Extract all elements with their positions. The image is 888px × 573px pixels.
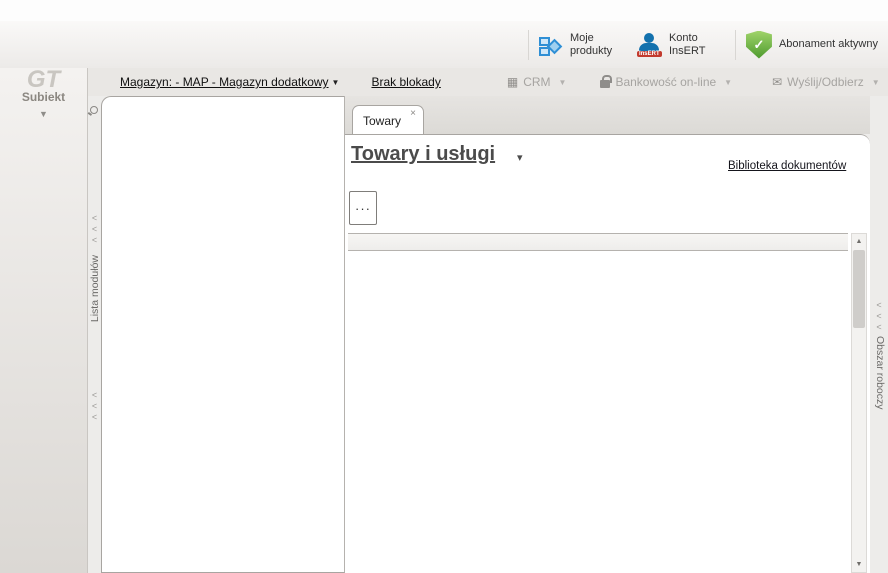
collapse-chevrons: <<< — [870, 300, 888, 333]
modules-collapse-strip[interactable]: <<< Lista modułów <<< — [88, 96, 101, 573]
insert-account-label: Konto InsERT — [669, 32, 725, 57]
my-products-icon — [539, 33, 563, 57]
more-modules-icon[interactable]: ▼ — [39, 109, 48, 119]
shield-check-icon: ✓ — [746, 31, 772, 59]
workspace-strip-label: Obszar roboczy — [874, 336, 886, 410]
send-receive-label: Wyślij/Odbierz — [787, 75, 864, 89]
toolbar-separator — [735, 30, 736, 60]
app-name: Subiekt — [22, 90, 65, 104]
chevron-down-icon: ▼ — [332, 78, 340, 87]
collapse-chevrons: <<< — [88, 213, 101, 246]
navigation-tree — [101, 96, 345, 573]
subscription-label: Abonament aktywny — [779, 38, 878, 51]
more-filters-button[interactable]: ··· — [349, 191, 377, 225]
toolbar-separator — [528, 30, 529, 60]
insert-account-button[interactable]: InsERT Konto InsERT — [636, 32, 725, 58]
modules-sidebar: GT Subiekt ▼ — [0, 68, 88, 573]
table-header — [348, 233, 848, 251]
scroll-up-icon[interactable]: ▲ — [856, 234, 863, 249]
chevron-down-icon: ▼ — [872, 78, 880, 87]
crm-dropdown[interactable]: ▦ CRM ▼ — [507, 75, 567, 89]
send-receive-icon: ✉ — [772, 75, 782, 89]
document-library-link[interactable]: Biblioteka dokumentów — [728, 159, 846, 173]
my-products-button[interactable]: Moje produkty — [539, 32, 626, 57]
main-panel: Towary i usługi ▾ Biblioteka dokumentów … — [345, 134, 870, 573]
collapse-chevrons: <<< — [88, 390, 101, 423]
chevron-down-icon: ▼ — [559, 78, 567, 87]
search-icon[interactable] — [90, 106, 98, 114]
tab-close-icon[interactable]: × — [410, 108, 416, 119]
insert-account-icon: InsERT — [636, 32, 662, 58]
padlock-icon — [600, 80, 610, 88]
context-bar: Magazyn: - MAP - Magazyn dodatkowy ▼ Bra… — [0, 68, 888, 96]
scroll-down-icon[interactable]: ▼ — [856, 557, 863, 572]
chevron-down-icon: ▼ — [724, 78, 732, 87]
warehouse-selector[interactable]: Magazyn: - MAP - Magazyn dodatkowy — [120, 75, 329, 89]
modules-strip-label: Lista modułów — [89, 255, 101, 322]
online-banking-label: Bankowość on-line — [615, 75, 716, 89]
insert-badge: InsERT — [637, 51, 662, 57]
page-title[interactable]: Towary i usługi — [351, 143, 495, 166]
lock-status-link[interactable]: Brak blokady — [371, 75, 440, 89]
my-products-label: Moje produkty — [570, 32, 626, 57]
send-receive-dropdown[interactable]: ✉ Wyślij/Odbierz ▼ — [772, 75, 880, 89]
table-body — [348, 251, 848, 573]
crm-icon: ▦ — [507, 75, 518, 89]
subscription-status[interactable]: ✓ Abonament aktywny — [746, 31, 878, 59]
online-banking-dropdown[interactable]: Bankowość on-line ▼ — [600, 75, 732, 89]
document-library-wrap: Biblioteka dokumentów — [728, 159, 846, 173]
gt-logo: GT — [27, 70, 60, 90]
vertical-scrollbar[interactable]: ▲ ▼ — [851, 233, 867, 573]
workspace-collapse-strip[interactable]: <<< Obszar roboczy — [870, 96, 888, 573]
crm-label: CRM — [523, 75, 550, 89]
toolbar-right-group: Moje produkty InsERT Konto InsERT ✓ Abon… — [528, 30, 888, 60]
title-caret-icon[interactable]: ▾ — [517, 151, 523, 164]
app-window: { "menu": { "items": ["Podmiot", "Widok"… — [0, 0, 888, 573]
menu-bar — [0, 0, 888, 21]
scrollbar-thumb[interactable] — [853, 250, 865, 328]
main-toolbar: Moje produkty InsERT Konto InsERT ✓ Abon… — [0, 21, 888, 68]
tab-label: Towary — [363, 114, 401, 128]
tab-towary[interactable]: Towary × — [352, 105, 424, 135]
